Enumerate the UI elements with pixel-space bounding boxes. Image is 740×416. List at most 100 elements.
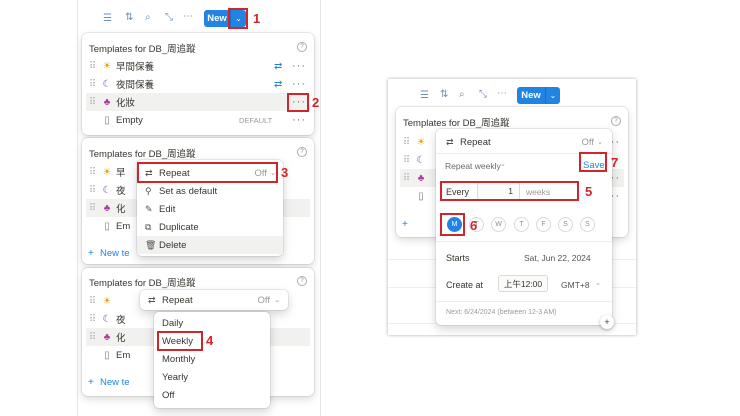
help-icon[interactable]: ? — [297, 276, 307, 286]
filter-icon[interactable]: ☰ — [103, 13, 112, 24]
annotation-box-5 — [440, 181, 579, 201]
template-label: Em — [116, 220, 131, 232]
repeat-header-row[interactable]: ⇄ Repeat Off ⌄ — [436, 133, 612, 151]
menu-item-set-default[interactable]: ⚲ Set as default — [137, 182, 283, 200]
drag-handle-icon[interactable]: ⠿ — [86, 97, 98, 108]
template-item-empty[interactable]: ▯ Em — [86, 346, 130, 364]
help-icon[interactable]: ? — [297, 147, 307, 157]
option-monthly[interactable]: Monthly — [154, 350, 270, 368]
template-item-empty[interactable]: ▯ Em — [86, 217, 130, 235]
plus-icon: + — [88, 376, 94, 388]
template-item-morning[interactable]: ⠿ ☀ 早間保養 ⇄ ··· — [86, 57, 310, 75]
more-icon[interactable]: ··· — [292, 60, 306, 72]
expand-icon[interactable]: ⤡ — [479, 89, 487, 100]
menu-item-label: Repeat — [162, 294, 193, 306]
next-run-text: Next: 6/24/2024 (between 12-3 AM) — [446, 309, 557, 316]
help-icon[interactable]: ? — [611, 116, 621, 126]
more-icon[interactable]: ··· — [292, 78, 306, 90]
template-item-empty[interactable]: ▯ Empty DEFAULT ··· — [86, 111, 310, 129]
option-label: Yearly — [162, 371, 189, 383]
more-icon[interactable]: ··· — [292, 114, 306, 126]
template-item-morning[interactable]: ⠿ ☀ 早 — [86, 163, 126, 181]
plus-icon[interactable]: + — [600, 315, 614, 329]
more-icon[interactable]: ⋯ — [183, 11, 193, 22]
option-daily[interactable]: Daily — [154, 314, 270, 332]
new-button[interactable]: New — [517, 87, 545, 104]
menu-item-label: Delete — [159, 239, 187, 251]
new-template-link[interactable]: + — [402, 215, 414, 233]
new-button[interactable]: New — [204, 10, 230, 27]
annotation-3: 3 — [281, 165, 289, 180]
sun-icon: ☀ — [102, 60, 112, 72]
panel-title: Templates for DB_周追蹤 — [403, 118, 510, 129]
new-template-link[interactable]: + New te — [88, 373, 130, 391]
drag-handle-icon[interactable]: ⠿ — [86, 167, 98, 178]
repeat-icon: ⇄ — [446, 136, 454, 147]
page-icon: ▯ — [104, 220, 110, 232]
sun-icon: ☀ — [102, 166, 112, 178]
template-label: 夜 — [116, 186, 126, 197]
new-dropdown-button[interactable]: ⌄ — [545, 87, 560, 104]
create-time-input[interactable]: 上午12:00 — [498, 275, 548, 292]
frequency-dropdown: Daily Weekly Monthly Yearly Off — [154, 312, 270, 408]
repeat-menu-row[interactable]: ⇄ Repeat Off ⌄ — [140, 290, 288, 310]
template-label: Empty — [116, 114, 143, 126]
drag-handle-icon[interactable]: ⠿ — [400, 173, 412, 184]
template-item-night[interactable]: ⠿ ☾ 夜 — [86, 310, 126, 328]
more-icon[interactable]: ⋯ — [497, 88, 507, 99]
menu-item-delete[interactable]: 🗑 Delete — [137, 236, 283, 254]
drag-handle-icon[interactable]: ⠿ — [86, 203, 98, 214]
expand-icon[interactable]: ⤡ — [165, 12, 173, 23]
menu-item-edit[interactable]: ✎ Edit — [137, 200, 283, 218]
template-item-makeup[interactable]: ⠿ ♣ 化妝 ··· — [86, 93, 310, 111]
search-icon[interactable]: ⌕ — [145, 12, 151, 23]
annotation-box-2 — [287, 93, 309, 112]
drag-handle-icon[interactable]: ⠿ — [400, 155, 412, 166]
annotation-box-3 — [137, 162, 278, 183]
annotation-5: 5 — [585, 184, 593, 199]
sort-icon[interactable]: ⇅ — [440, 89, 448, 100]
filter-icon[interactable]: ☰ — [420, 90, 429, 101]
menu-item-label: Duplicate — [159, 221, 199, 233]
drag-handle-icon[interactable]: ⠿ — [86, 61, 98, 72]
starts-date[interactable]: Sat, Jun 22, 2024 — [524, 253, 591, 263]
timezone-select[interactable]: GMT+8 — [561, 280, 590, 290]
panel-title: Templates for DB_周追蹤 — [89, 149, 196, 160]
menu-item-duplicate[interactable]: ⧉ Duplicate — [137, 218, 283, 236]
day-wednesday[interactable]: W — [491, 217, 506, 232]
starts-label: Starts — [446, 253, 470, 263]
plus-icon: + — [88, 247, 94, 259]
new-template-label: New te — [100, 376, 130, 388]
menu-item-repeat[interactable]: ⇄ Repeat Off ⌄ — [140, 291, 288, 309]
drag-handle-icon[interactable]: ⠿ — [86, 79, 98, 90]
option-off[interactable]: Off — [154, 386, 270, 404]
repeat-icon: ⇄ — [274, 78, 283, 90]
plus-icon: + — [402, 218, 408, 230]
template-item-night[interactable]: ⠿ ☾ 夜 — [86, 181, 126, 199]
sort-icon[interactable]: ⇅ — [125, 12, 133, 23]
drag-handle-icon[interactable]: ⠿ — [86, 332, 98, 343]
right-screenshot: ☰ ⇅ ⌕ ⤡ ⋯ New ⌄ Templates for DB_周追蹤 ? ⠿… — [388, 79, 636, 335]
new-template-link[interactable]: + New te — [88, 244, 130, 262]
help-icon[interactable]: ? — [297, 42, 307, 52]
template-label: 早間保養 — [116, 62, 155, 73]
default-badge: DEFAULT — [239, 115, 273, 125]
day-saturday[interactable]: S — [558, 217, 573, 232]
day-thursday[interactable]: T — [514, 217, 529, 232]
moon-icon: ☾ — [102, 184, 112, 196]
drag-handle-icon[interactable]: ⠿ — [86, 185, 98, 196]
search-icon[interactable]: ⌕ — [459, 89, 465, 100]
drag-handle-icon[interactable]: ⠿ — [86, 314, 98, 325]
annotation-box-1 — [228, 8, 248, 29]
option-yearly[interactable]: Yearly — [154, 368, 270, 386]
day-sunday[interactable]: S — [580, 217, 595, 232]
drag-handle-icon[interactable]: ⠿ — [400, 137, 412, 148]
template-item-night[interactable]: ⠿ ☾ 夜間保養 ⇄ ··· — [86, 75, 310, 93]
drag-handle-icon[interactable]: ⠿ — [86, 296, 98, 307]
template-item-morning[interactable]: ⠿ ☀ — [86, 292, 116, 310]
repeat-icon: ⇄ — [274, 60, 283, 72]
day-friday[interactable]: F — [536, 217, 551, 232]
template-label: 化 — [116, 204, 126, 215]
sun-icon: ☀ — [416, 136, 426, 148]
frequency-select[interactable]: Repeat weekly — [445, 161, 501, 171]
